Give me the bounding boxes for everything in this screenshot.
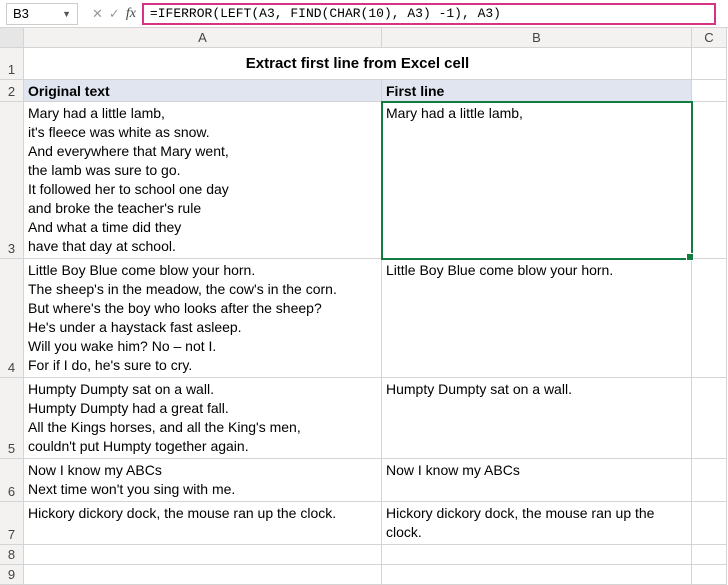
cell-a6[interactable]: Now I know my ABCs Next time won't you s…	[24, 459, 382, 502]
row-header-1[interactable]: 1	[0, 48, 24, 80]
cell-c9[interactable]	[692, 565, 727, 585]
cell-a9[interactable]	[24, 565, 382, 585]
cell-c2[interactable]	[692, 80, 727, 102]
header-original-text[interactable]: Original text	[24, 80, 382, 102]
cell-b4[interactable]: Little Boy Blue come blow your horn.	[382, 259, 692, 378]
row-header-4[interactable]: 4	[0, 259, 24, 378]
cell-b8[interactable]	[382, 545, 692, 565]
fx-icon[interactable]: fx	[126, 6, 136, 22]
cancel-icon[interactable]: ✕	[92, 6, 103, 22]
table-row: 5 Humpty Dumpty sat on a wall. Humpty Du…	[0, 378, 728, 459]
row-header-7[interactable]: 7	[0, 502, 24, 545]
row-header-9[interactable]: 9	[0, 565, 24, 585]
cell-b9[interactable]	[382, 565, 692, 585]
header-first-line[interactable]: First line	[382, 80, 692, 102]
cell-a4[interactable]: Little Boy Blue come blow your horn. The…	[24, 259, 382, 378]
table-row: 4 Little Boy Blue come blow your horn. T…	[0, 259, 728, 378]
cell-c1[interactable]	[692, 48, 727, 80]
cell-a3[interactable]: Mary had a little lamb, it's fleece was …	[24, 102, 382, 259]
formula-input[interactable]: =IFERROR(LEFT(A3, FIND(CHAR(10), A3) -1)…	[142, 3, 716, 25]
row-header-2[interactable]: 2	[0, 80, 24, 102]
spreadsheet-grid: A B C 1 Extract first line from Excel ce…	[0, 28, 728, 585]
column-header-c[interactable]: C	[692, 28, 727, 48]
cell-c7[interactable]	[692, 502, 727, 545]
table-row: 9	[0, 565, 728, 585]
select-all-corner[interactable]	[0, 28, 24, 48]
column-headers: A B C	[0, 28, 728, 48]
title-cell[interactable]: Extract first line from Excel cell	[24, 48, 692, 80]
row-header-5[interactable]: 5	[0, 378, 24, 459]
row-header-6[interactable]: 6	[0, 459, 24, 502]
chevron-down-icon[interactable]: ▼	[62, 9, 71, 19]
cell-a5[interactable]: Humpty Dumpty sat on a wall. Humpty Dump…	[24, 378, 382, 459]
table-row: 8	[0, 545, 728, 565]
table-row: 1 Extract first line from Excel cell	[0, 48, 728, 80]
cell-b7[interactable]: Hickory dickory dock, the mouse ran up t…	[382, 502, 692, 545]
table-row: 7 Hickory dickory dock, the mouse ran up…	[0, 502, 728, 545]
cell-b5[interactable]: Humpty Dumpty sat on a wall.	[382, 378, 692, 459]
table-row: 3 Mary had a little lamb, it's fleece wa…	[0, 102, 728, 259]
cell-c5[interactable]	[692, 378, 727, 459]
cell-c8[interactable]	[692, 545, 727, 565]
cell-b6[interactable]: Now I know my ABCs	[382, 459, 692, 502]
cell-c4[interactable]	[692, 259, 727, 378]
name-box[interactable]: B3 ▼	[6, 3, 78, 25]
cell-reference: B3	[13, 6, 29, 21]
cell-a8[interactable]	[24, 545, 382, 565]
row-header-3[interactable]: 3	[0, 102, 24, 259]
column-header-a[interactable]: A	[24, 28, 382, 48]
table-row: 2 Original text First line	[0, 80, 728, 102]
enter-icon[interactable]: ✓	[109, 6, 120, 22]
cell-b3[interactable]: Mary had a little lamb,	[382, 102, 692, 259]
cell-c3[interactable]	[692, 102, 727, 259]
table-row: 6 Now I know my ABCs Next time won't you…	[0, 459, 728, 502]
cell-a7[interactable]: Hickory dickory dock, the mouse ran up t…	[24, 502, 382, 545]
formula-bar: B3 ▼ ✕ ✓ fx =IFERROR(LEFT(A3, FIND(CHAR(…	[0, 0, 728, 28]
formula-text: =IFERROR(LEFT(A3, FIND(CHAR(10), A3) -1)…	[150, 6, 501, 21]
column-header-b[interactable]: B	[382, 28, 692, 48]
formula-bar-buttons: ✕ ✓ fx	[86, 6, 142, 22]
cell-c6[interactable]	[692, 459, 727, 502]
row-header-8[interactable]: 8	[0, 545, 24, 565]
